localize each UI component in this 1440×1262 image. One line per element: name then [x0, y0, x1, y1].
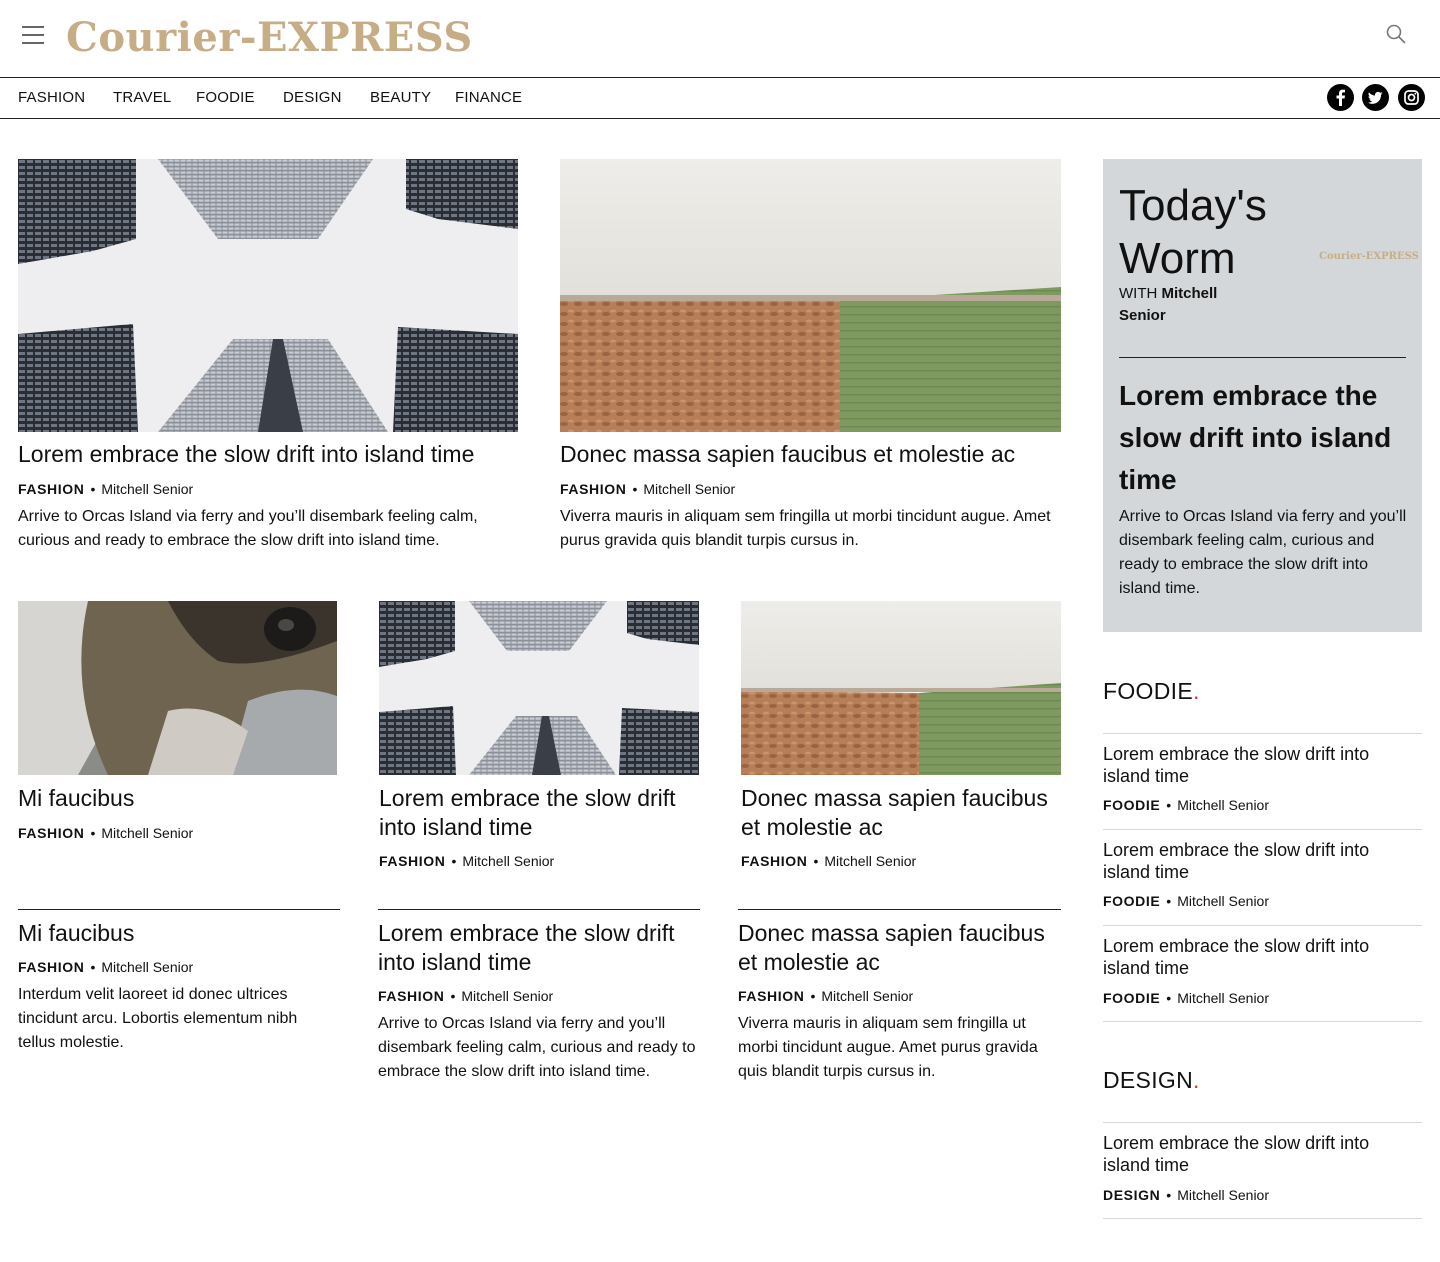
author-name[interactable]: Mitchell Senior	[461, 988, 553, 1004]
nav-item-foodie[interactable]: FOODIE	[196, 89, 255, 106]
divider	[738, 909, 1061, 910]
twitter-icon[interactable]	[1362, 84, 1389, 111]
city-skyscrapers-photo[interactable]	[18, 159, 518, 432]
nav-item-travel[interactable]: TRAVEL	[113, 89, 171, 106]
category-label[interactable]: FOODIE	[1103, 893, 1160, 909]
author-name[interactable]: Mitchell Senior	[821, 988, 913, 1004]
grid-title[interactable]: Lorem embrace the slow drift into island…	[379, 784, 699, 842]
hamburger-menu-icon[interactable]	[22, 26, 44, 44]
divider	[1103, 925, 1422, 926]
sidebar-article-title[interactable]: Lorem embrace the slow drift into island…	[1103, 1132, 1403, 1176]
divider	[18, 909, 340, 910]
promo-byline: WITH Mitchell Senior	[1119, 283, 1259, 327]
promo-title[interactable]: Lorem embrace the slow drift into island…	[1119, 375, 1409, 501]
field-landscape-photo[interactable]	[560, 159, 1061, 432]
author-name[interactable]: Mitchell Senior	[101, 825, 193, 841]
nav-item-fashion[interactable]: FASHION	[18, 89, 85, 106]
facebook-icon[interactable]	[1327, 84, 1354, 111]
instagram-icon[interactable]	[1398, 84, 1425, 111]
article-meta: FASHION • Mitchell Senior	[18, 959, 194, 975]
divider	[1103, 1021, 1422, 1022]
category-label[interactable]: FOODIE	[1103, 990, 1160, 1006]
article-excerpt: Interdum velit laoreet id donec ultrices…	[18, 986, 298, 1051]
author-name[interactable]: Mitchell Senior	[1177, 893, 1269, 909]
divider	[1103, 829, 1422, 830]
author-name[interactable]: Mitchell Senior	[101, 481, 193, 497]
city-skyscrapers-photo[interactable]	[379, 601, 699, 775]
article-meta: DESIGN • Mitchell Senior	[1103, 1187, 1270, 1203]
grid-title[interactable]: Mi faucibus	[18, 784, 337, 813]
divider	[378, 909, 700, 910]
site-logo[interactable]: Courier-EXPRESS	[66, 14, 473, 61]
promo-with-label: WITH	[1119, 285, 1158, 302]
article-meta: FOODIE • Mitchell Senior	[1103, 893, 1270, 909]
author-name[interactable]: Mitchell Senior	[643, 481, 735, 497]
divider	[1103, 733, 1422, 734]
category-label[interactable]: FASHION	[18, 825, 84, 841]
text-article-title[interactable]: Donec massa sapien faucibus et molestie …	[738, 919, 1061, 977]
section-heading-design[interactable]: DESIGN.	[1103, 1067, 1200, 1094]
nav-item-design[interactable]: DESIGN	[283, 89, 342, 106]
text-article-title[interactable]: Lorem embrace the slow drift into island…	[378, 919, 698, 977]
nav-item-finance[interactable]: FINANCE	[455, 89, 522, 106]
divider	[1119, 357, 1406, 358]
section-heading-foodie[interactable]: FOODIE.	[1103, 678, 1200, 705]
grid-title[interactable]: Donec massa sapien faucibus et molestie …	[741, 784, 1061, 842]
article-meta: FASHION • Mitchell Senior	[18, 481, 194, 497]
sidebar-article-title[interactable]: Lorem embrace the slow drift into island…	[1103, 743, 1403, 787]
promo-excerpt: Arrive to Orcas Island via ferry and you…	[1119, 508, 1407, 597]
category-label[interactable]: FASHION	[379, 853, 445, 869]
section-name: FOODIE	[1103, 678, 1193, 704]
featured-title[interactable]: Lorem embrace the slow drift into island…	[18, 440, 518, 469]
promo-heading: Today's Worm	[1119, 181, 1267, 283]
category-label[interactable]: FASHION	[378, 988, 444, 1004]
featured-title[interactable]: Donec massa sapien faucibus et molestie …	[560, 440, 1061, 469]
sidebar-article-title[interactable]: Lorem embrace the slow drift into island…	[1103, 935, 1403, 979]
article-meta: FASHION • Mitchell Senior	[379, 853, 555, 869]
article-excerpt: Viverra mauris in aliquam sem fringilla …	[738, 1015, 1038, 1080]
pug-dog-photo[interactable]	[18, 601, 337, 775]
nav-item-beauty[interactable]: BEAUTY	[370, 89, 431, 106]
category-label[interactable]: FASHION	[18, 959, 84, 975]
article-excerpt: Arrive to Orcas Island via ferry and you…	[378, 1015, 696, 1080]
article-meta: FASHION • Mitchell Senior	[741, 853, 917, 869]
site-header: Courier-EXPRESS	[0, 0, 1440, 78]
category-nav: FASHION TRAVEL FOODIE DESIGN BEAUTY FINA…	[0, 79, 1440, 119]
todays-worm-promo: Today's Worm WITH Mitchell Senior Courie…	[1103, 159, 1422, 632]
article-meta: FASHION • Mitchell Senior	[738, 988, 914, 1004]
article-meta: FASHION • Mitchell Senior	[18, 825, 194, 841]
section-dot: .	[1192, 1067, 1200, 1093]
sidebar-article-title[interactable]: Lorem embrace the slow drift into island…	[1103, 839, 1403, 883]
author-name[interactable]: Mitchell Senior	[824, 853, 916, 869]
article-meta: FOODIE • Mitchell Senior	[1103, 797, 1270, 813]
divider	[1103, 1218, 1422, 1219]
section-dot: .	[1192, 678, 1200, 704]
category-label[interactable]: FASHION	[741, 853, 807, 869]
author-name[interactable]: Mitchell Senior	[1177, 990, 1269, 1006]
category-label[interactable]: FASHION	[560, 481, 626, 497]
text-article-title[interactable]: Mi faucibus	[18, 919, 338, 948]
author-name[interactable]: Mitchell Senior	[101, 959, 193, 975]
category-label[interactable]: DESIGN	[1103, 1187, 1160, 1203]
category-label[interactable]: FASHION	[18, 481, 84, 497]
divider	[1103, 1122, 1422, 1123]
author-name[interactable]: Mitchell Senior	[462, 853, 554, 869]
category-label[interactable]: FOODIE	[1103, 797, 1160, 813]
article-meta: FASHION • Mitchell Senior	[378, 988, 554, 1004]
article-meta: FASHION • Mitchell Senior	[560, 481, 736, 497]
category-label[interactable]: FASHION	[738, 988, 804, 1004]
section-name: DESIGN	[1103, 1067, 1193, 1093]
promo-logo: Courier-EXPRESS	[1319, 251, 1419, 262]
search-icon[interactable]	[1384, 22, 1408, 46]
article-meta: FOODIE • Mitchell Senior	[1103, 990, 1270, 1006]
field-landscape-photo[interactable]	[741, 601, 1061, 775]
author-name[interactable]: Mitchell Senior	[1177, 1187, 1269, 1203]
article-excerpt: Viverra mauris in aliquam sem fringilla …	[560, 508, 1051, 549]
author-name[interactable]: Mitchell Senior	[1177, 797, 1269, 813]
article-excerpt: Arrive to Orcas Island via ferry and you…	[18, 508, 478, 549]
